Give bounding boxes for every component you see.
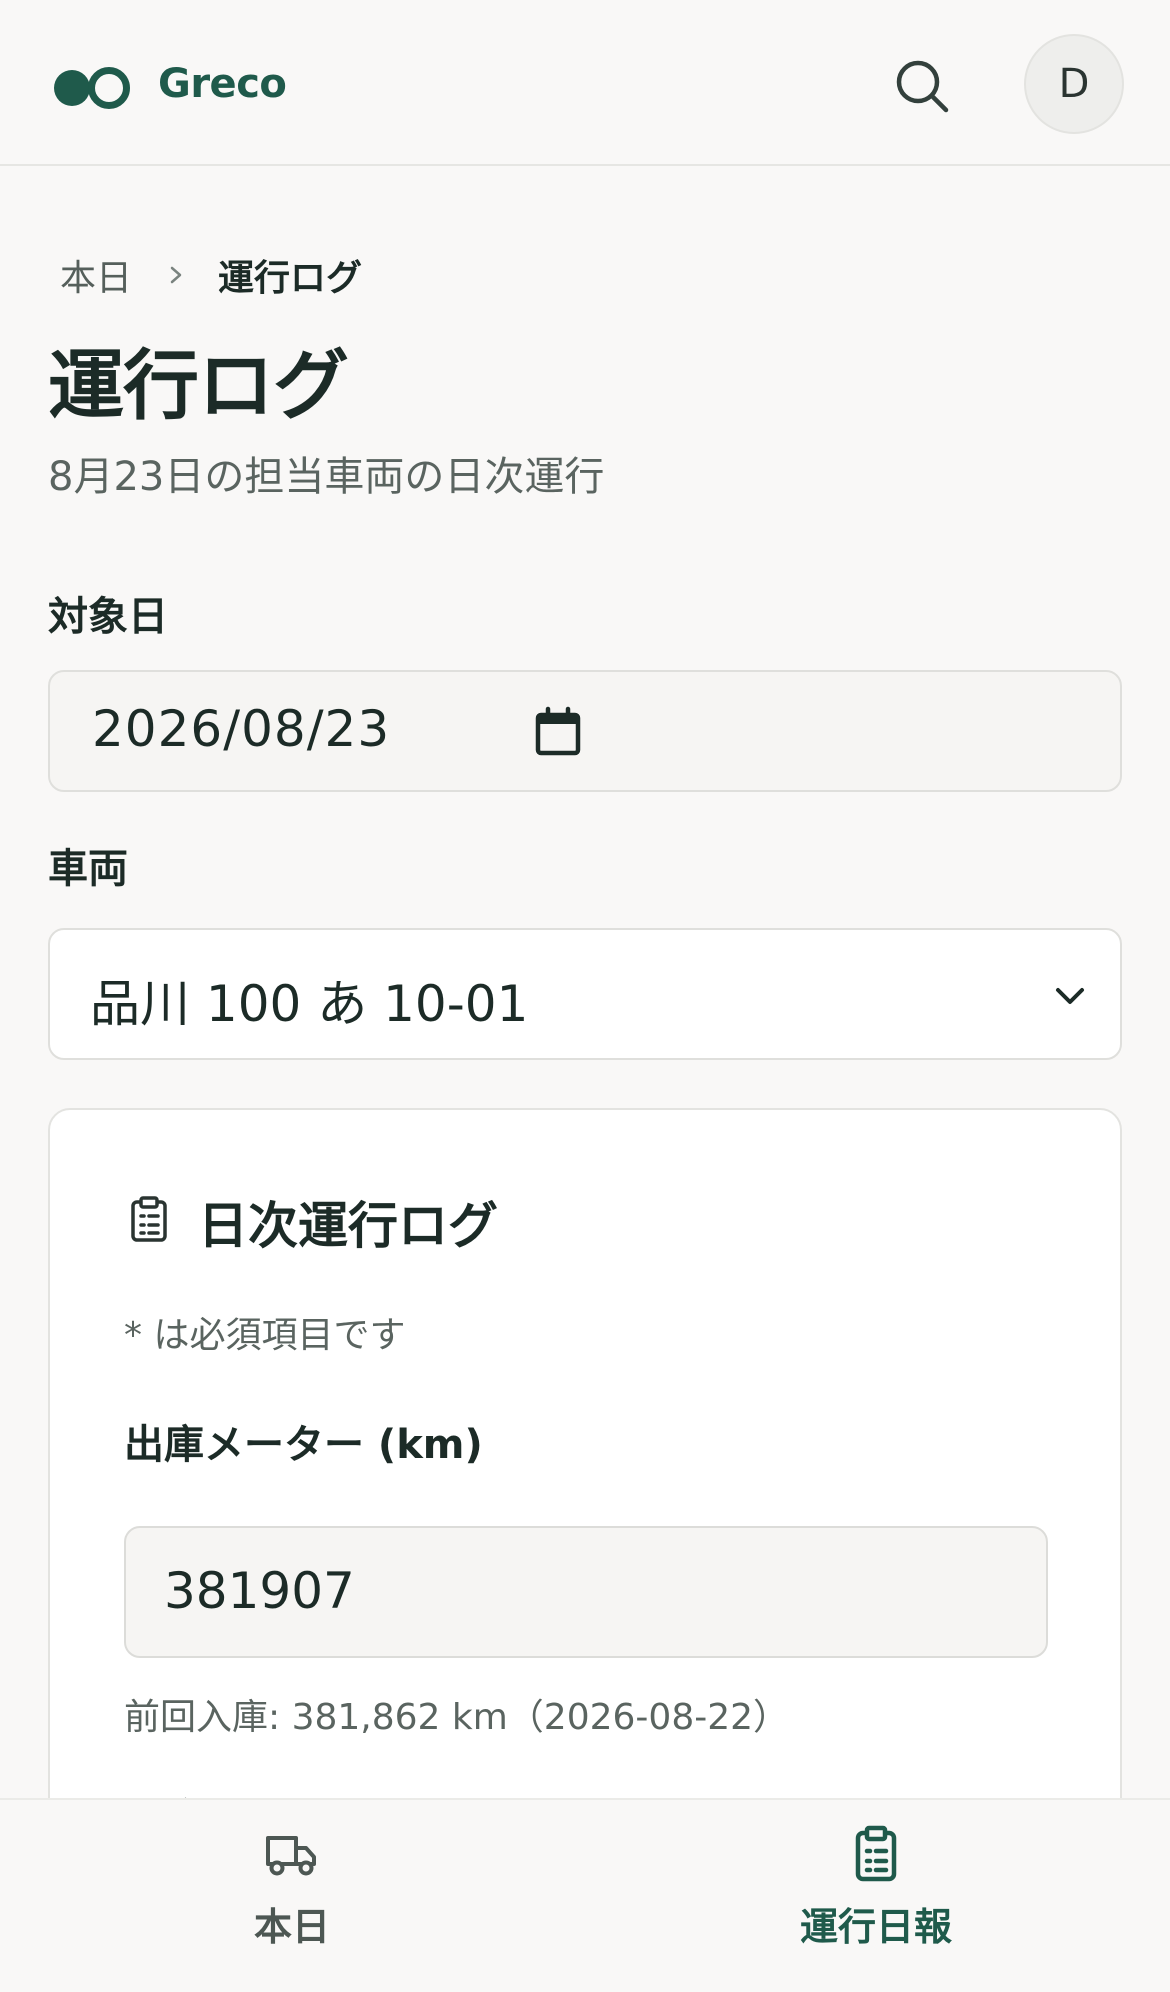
vehicle-select-value: 品川 100 あ 10-01 <box>90 975 529 1033</box>
required-note: * は必須項目です <box>124 1315 406 1356</box>
chevron-right-icon <box>166 265 186 285</box>
brand-name: Greco <box>158 61 287 107</box>
app-root: Greco D 本日 運行ログ 運行ログ 8月23日の担当車両の日次運行 対象日… <box>0 0 1170 1992</box>
date-field-label: 対象日 <box>48 594 168 640</box>
brand[interactable]: Greco <box>52 56 287 112</box>
breadcrumb: 本日 運行ログ <box>60 250 362 300</box>
clipboard-icon <box>131 1196 167 1242</box>
departure-meter-value: 381907 <box>164 1562 355 1620</box>
nav-item-today[interactable]: 本日 <box>162 1824 422 1974</box>
breadcrumb-current: 運行ログ <box>218 258 363 299</box>
previous-return-hint: 前回入庫: 381,862 km（2026-08-22） <box>124 1697 790 1738</box>
vehicle-field-label: 車両 <box>48 846 128 892</box>
date-input[interactable]: 2026/08/23 <box>48 670 1122 792</box>
brand-logo-icon <box>52 60 130 109</box>
nav-label-today: 本日 <box>253 1905 330 1949</box>
user-avatar[interactable]: D <box>1024 34 1124 134</box>
clipboard-icon <box>855 1825 897 1882</box>
page-title: 運行ログ <box>48 341 349 430</box>
bottom-nav: 本日 運行日報 <box>0 1798 1170 1992</box>
breadcrumb-root-link[interactable]: 本日 <box>60 249 132 301</box>
card-title: 日次運行ログ <box>198 1197 498 1255</box>
search-button[interactable] <box>892 56 952 116</box>
date-value: 2026/08/23 <box>92 700 391 758</box>
departure-meter-label: 出庫メーター (km) <box>124 1422 483 1468</box>
truck-icon <box>266 1836 316 1876</box>
page-subtitle: 8月23日の担当車両の日次運行 <box>48 454 605 500</box>
top-header: Greco D <box>0 0 1170 166</box>
vehicle-select[interactable]: 品川 100 あ 10-01 <box>48 928 1122 1060</box>
calendar-icon[interactable] <box>530 704 586 760</box>
chevron-down-icon <box>1056 988 1084 1004</box>
search-icon <box>896 60 949 113</box>
nav-item-daily-report[interactable]: 運行日報 <box>746 1824 1006 1974</box>
nav-label-daily-report: 運行日報 <box>799 1905 952 1949</box>
departure-meter-input[interactable]: 381907 <box>124 1526 1048 1658</box>
